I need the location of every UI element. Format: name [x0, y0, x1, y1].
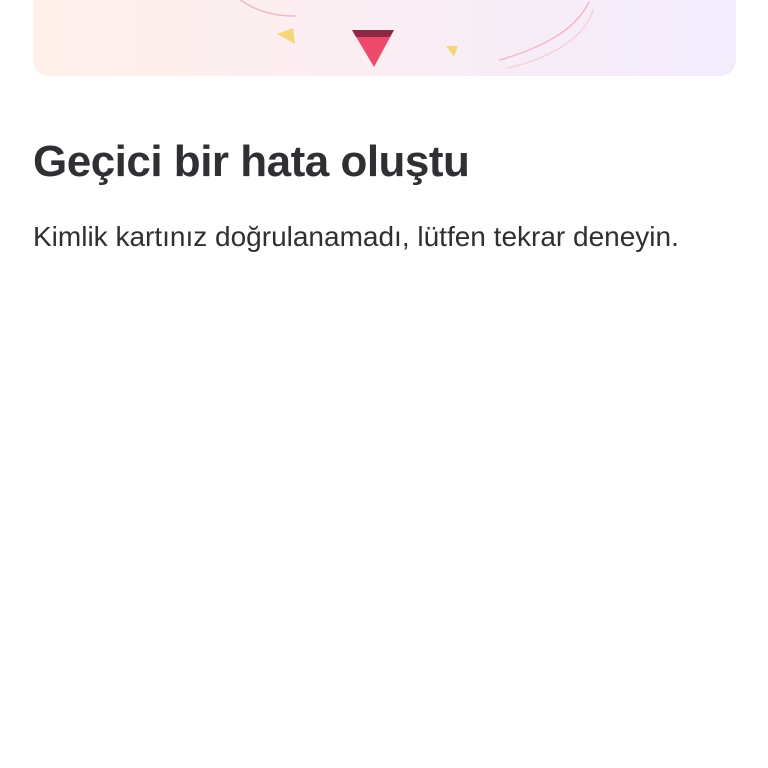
- yellow-triangle: [277, 28, 295, 44]
- confetti-illustration-icon: [239, 0, 594, 69]
- error-title: Geçici bir hata oluştu: [33, 137, 470, 186]
- yellow-confetti: [446, 46, 458, 57]
- error-message: Kimlik kartınız doğrulanamadı, lütfen te…: [33, 221, 679, 252]
- header-illustration: [33, 0, 736, 76]
- red-triangle-shade: [352, 30, 394, 37]
- error-screen: Geçici bir hata oluştu Kimlik kartınız d…: [0, 0, 768, 768]
- streamer-left: [239, 0, 296, 17]
- streamer-right: [499, 1, 590, 61]
